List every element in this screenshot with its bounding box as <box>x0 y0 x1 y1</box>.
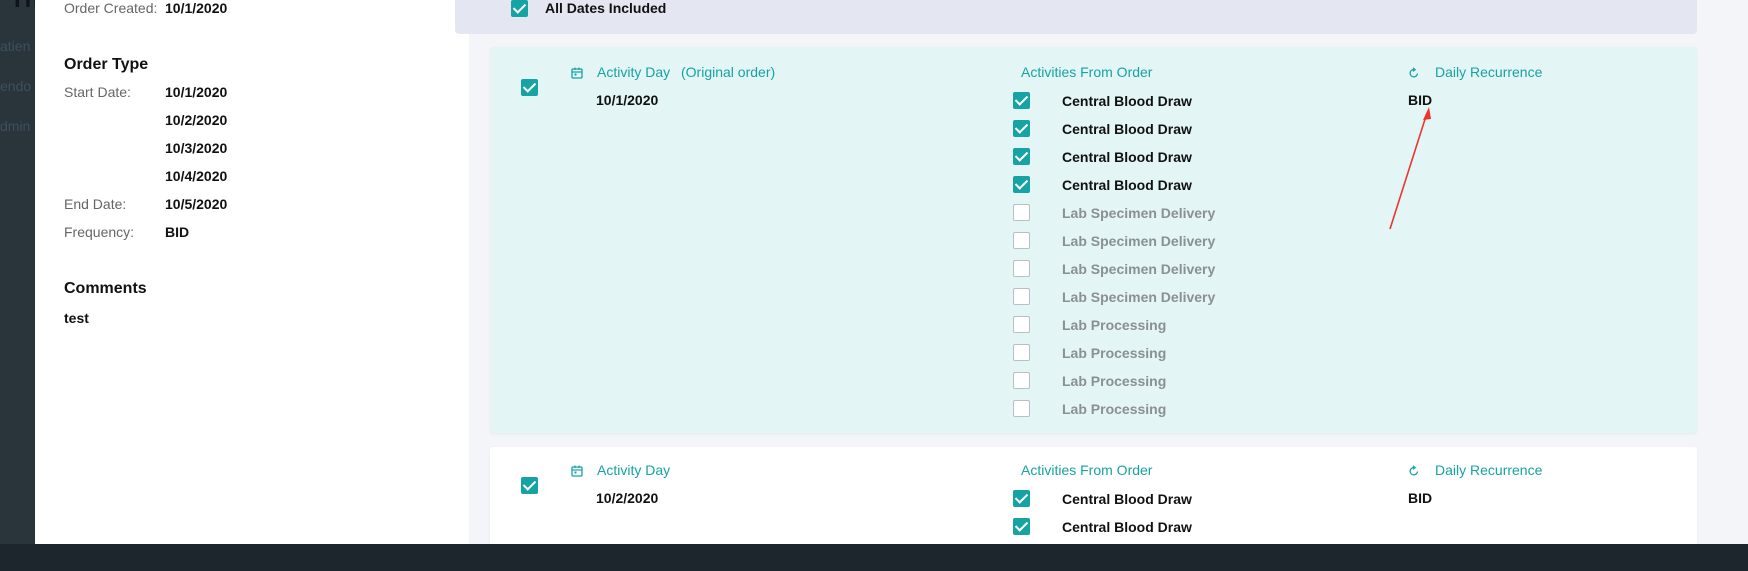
activity-label: Central Blood Draw <box>1062 93 1192 109</box>
activity-checkbox[interactable] <box>1013 490 1030 507</box>
activity-label: Lab Specimen Delivery <box>1062 261 1216 277</box>
activities-heading: Activities From Order <box>1021 462 1153 478</box>
activity-checkbox[interactable] <box>1013 120 1030 137</box>
frequency-label: Frequency: <box>64 224 135 240</box>
backdrop-footer-overlay <box>0 544 1748 571</box>
activity-label: Lab Processing <box>1062 401 1167 417</box>
start-date-value: 10/1/2020 <box>165 84 228 100</box>
activity-label: Lab Specimen Delivery <box>1062 289 1216 305</box>
activity-label: Lab Specimen Delivery <box>1062 233 1216 249</box>
activity-label: Central Blood Draw <box>1062 491 1192 507</box>
recurrence-icon <box>1409 465 1419 476</box>
start-date-value: 10/2/2020 <box>165 112 228 128</box>
daily-recurrence-heading: Daily Recurrence <box>1435 64 1543 80</box>
activity-checkbox[interactable] <box>1013 148 1030 165</box>
activity-label: Central Blood Draw <box>1062 121 1192 137</box>
activity-day-heading: Activity Day <box>597 462 671 478</box>
activity-checkbox[interactable] <box>1013 288 1030 305</box>
activity-checkbox[interactable] <box>1013 92 1030 109</box>
activity-label: Lab Processing <box>1062 373 1167 389</box>
backdrop-nav-item: endo <box>0 78 32 94</box>
activity-label: Lab Specimen Delivery <box>1062 205 1216 221</box>
original-order-note: (Original order) <box>681 64 776 80</box>
calendar-icon <box>571 465 583 477</box>
daily-recurrence-heading: Daily Recurrence <box>1435 462 1543 478</box>
order-created-value: 10/1/2020 <box>165 0 228 16</box>
activity-label: Lab Processing <box>1062 345 1167 361</box>
day-select-checkbox[interactable] <box>521 477 538 494</box>
order-type-title: Order Type <box>64 56 149 73</box>
start-date-value: 10/4/2020 <box>165 168 228 184</box>
activity-day-date: 10/2/2020 <box>596 490 659 506</box>
end-date-value: 10/5/2020 <box>165 196 228 212</box>
activity-label: Central Blood Draw <box>1062 519 1192 535</box>
activity-day-heading: Activity Day <box>597 64 671 80</box>
day-select-checkbox[interactable] <box>521 79 538 96</box>
activity-checkbox[interactable] <box>1013 176 1030 193</box>
all-dates-checkbox[interactable] <box>511 0 528 17</box>
daily-recurrence-value: BID <box>1408 490 1433 506</box>
comments-value: test <box>64 310 89 326</box>
recurrence-icon <box>1409 67 1419 78</box>
activity-checkbox[interactable] <box>1013 316 1030 333</box>
activity-checkbox[interactable] <box>1013 518 1030 535</box>
daily-recurrence-value: BID <box>1408 92 1433 108</box>
all-dates-label: All Dates Included <box>545 0 667 16</box>
start-date-label: Start Date: <box>64 84 131 100</box>
calendar-icon <box>571 67 583 79</box>
activities-heading: Activities From Order <box>1021 64 1153 80</box>
backdrop-nav-item: dmin <box>0 118 31 134</box>
order-details-panel: Order Created: 10/1/2020 Order Type Star… <box>35 0 469 544</box>
frequency-value: BID <box>165 224 190 240</box>
activity-checkbox[interactable] <box>1013 372 1030 389</box>
activity-label: Central Blood Draw <box>1062 177 1192 193</box>
activity-checkbox[interactable] <box>1013 400 1030 417</box>
activity-checkbox[interactable] <box>1013 260 1030 277</box>
activity-label: Lab Processing <box>1062 317 1167 333</box>
activity-checkbox[interactable] <box>1013 344 1030 361</box>
end-date-label: End Date: <box>64 196 127 212</box>
activity-day-date: 10/1/2020 <box>596 92 659 108</box>
start-date-value: 10/3/2020 <box>165 140 228 156</box>
activity-checkbox[interactable] <box>1013 204 1030 221</box>
backdrop-nav-item: atien <box>0 38 31 54</box>
comments-title: Comments <box>64 280 147 297</box>
order-created-label: Order Created: <box>64 0 158 16</box>
activity-checkbox[interactable] <box>1013 232 1030 249</box>
activity-label: Central Blood Draw <box>1062 149 1192 165</box>
